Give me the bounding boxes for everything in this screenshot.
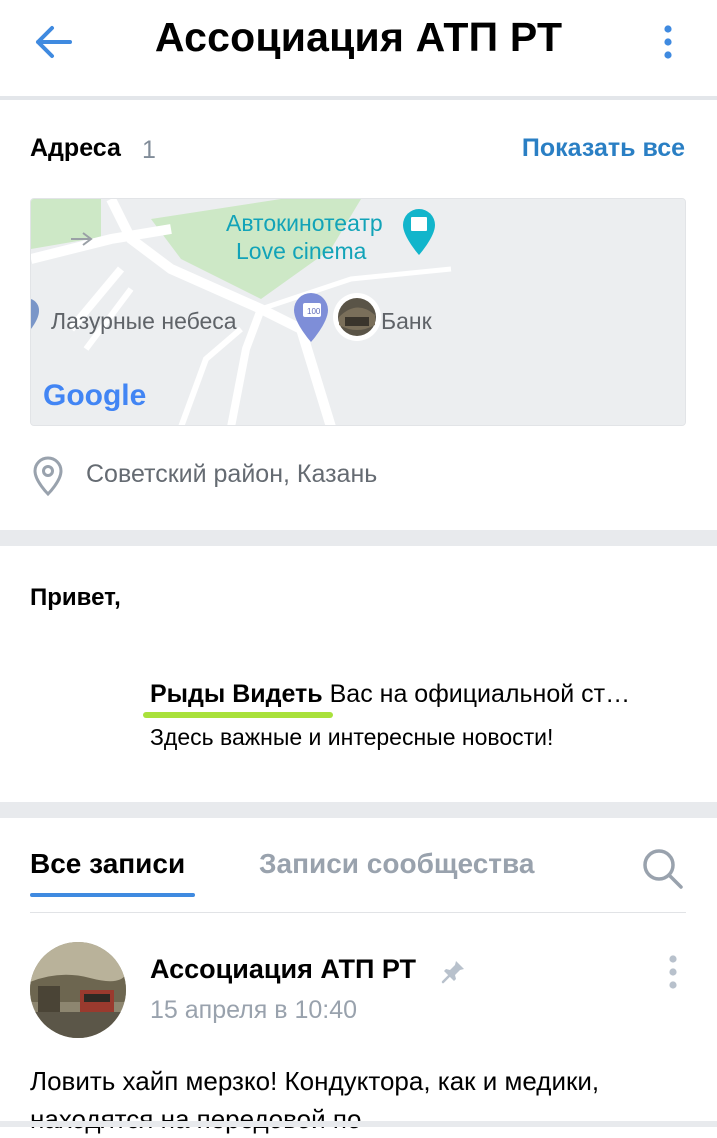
poi-lazurnye: Лазурные небеса	[51, 308, 237, 334]
address-map[interactable]: Автокинотеатр Love cinema Лазурные небес…	[30, 198, 686, 426]
tab-all-posts[interactable]: Все записи	[30, 848, 185, 880]
greeting-line-1-rest: Вас на официальной ст…	[322, 680, 631, 708]
post-more-icon[interactable]	[662, 952, 684, 992]
greeting-highlight: Рыды Видеть	[150, 680, 323, 708]
pin-icon	[441, 961, 464, 984]
section-divider	[0, 802, 717, 818]
header-divider	[0, 96, 717, 100]
page-title: Ассоциация АТП РТ	[154, 14, 563, 60]
bottom-divider	[0, 1121, 717, 1127]
tabs-divider	[30, 912, 686, 913]
location-pin-icon	[33, 456, 63, 497]
address-location: Советский район, Казань	[86, 460, 378, 488]
greeting-line-1: Рыды Видеть Вас на официальной ст…	[150, 680, 630, 709]
highlight-underline	[143, 712, 333, 718]
poi-cinema-line2: Love cinema	[236, 238, 367, 264]
top-bar: Ассоциация АТП РТ	[0, 0, 717, 96]
post-date[interactable]: 15 апреля в 10:40	[150, 996, 357, 1025]
show-all-link[interactable]: Показать все	[522, 134, 685, 163]
section-divider	[0, 530, 717, 546]
poi-cinema-line1: Автокинотеатр	[226, 210, 383, 236]
post-author[interactable]: Ассоциация АТП РТ	[150, 954, 416, 985]
greeting-title: Привет,	[30, 584, 121, 611]
more-options-icon[interactable]	[653, 20, 683, 64]
avatar[interactable]	[30, 942, 126, 1038]
google-logo: Google	[43, 379, 146, 412]
tab-community-posts[interactable]: Записи сообщества	[259, 848, 534, 880]
active-tab-indicator	[30, 893, 195, 897]
svg-text:100: 100	[307, 307, 321, 316]
map-canvas: Автокинотеатр Love cinema Лазурные небес…	[31, 199, 685, 425]
greeting-line-2: Здесь важные и интересные новости!	[150, 724, 554, 750]
addresses-heading: Адреса	[30, 134, 121, 162]
addresses-count: 1	[142, 136, 156, 164]
search-icon[interactable]	[640, 846, 684, 890]
poi-bank: Банк	[381, 308, 433, 334]
